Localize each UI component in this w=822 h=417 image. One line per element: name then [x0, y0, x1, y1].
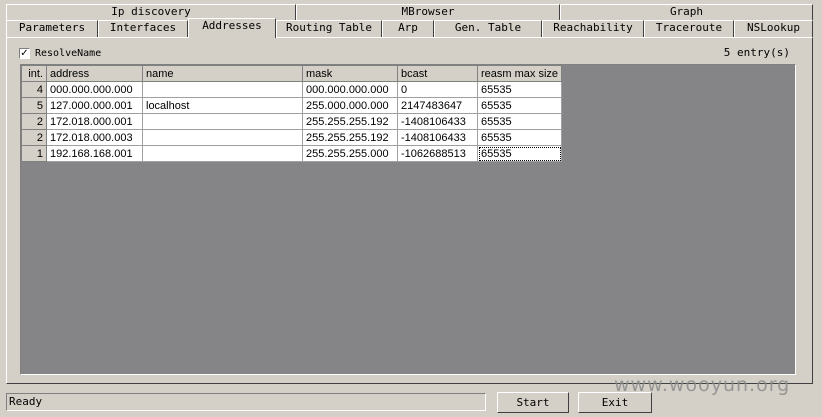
- cell-bcast[interactable]: 2147483647: [397, 97, 478, 114]
- cell-bcast[interactable]: -1062688513: [397, 145, 478, 162]
- cell-reasm[interactable]: 65535: [476, 145, 563, 162]
- tab-interfaces[interactable]: Interfaces: [98, 20, 188, 37]
- cell-bcast[interactable]: -1408106433: [397, 129, 478, 146]
- cell-address[interactable]: 172.018.000.001: [46, 113, 143, 130]
- table-row[interactable]: 4 000.000.000.000 000.000.000.000 0 6553…: [21, 81, 563, 98]
- cell-reasm[interactable]: 65535: [476, 129, 563, 146]
- cell-name[interactable]: [142, 129, 303, 146]
- resolve-name-checkbox[interactable]: ✓ ResolveName: [19, 47, 101, 60]
- cell-reasm[interactable]: 65535: [476, 113, 563, 130]
- cell-address[interactable]: 127.000.000.001: [46, 97, 143, 114]
- tab-nslookup[interactable]: NSLookup: [734, 20, 813, 37]
- cell-name[interactable]: [142, 145, 303, 162]
- table-row[interactable]: 1 192.168.168.001 255.255.255.000 -10626…: [21, 145, 563, 162]
- column-header-bcast[interactable]: bcast: [397, 65, 478, 82]
- cell-int[interactable]: 2: [21, 113, 47, 130]
- cell-reasm[interactable]: 65535: [476, 81, 563, 98]
- addresses-grid[interactable]: int. address name mask bcast reasm max s…: [20, 64, 796, 375]
- table-header-row: int. address name mask bcast reasm max s…: [21, 65, 563, 82]
- cell-int[interactable]: 2: [21, 129, 47, 146]
- watermark-text: www.wooyun.org: [614, 374, 791, 396]
- start-button[interactable]: Start: [497, 392, 569, 413]
- tab-traceroute[interactable]: Traceroute: [644, 20, 734, 37]
- table-row[interactable]: 2 172.018.000.003 255.255.255.192 -14081…: [21, 129, 563, 146]
- cell-mask[interactable]: 000.000.000.000: [302, 81, 398, 98]
- entry-count: 5 entry(s): [723, 46, 790, 59]
- column-header-name[interactable]: name: [142, 65, 303, 82]
- cell-bcast[interactable]: 0: [397, 81, 478, 98]
- cell-mask[interactable]: 255.000.000.000: [302, 97, 398, 114]
- cell-bcast[interactable]: -1408106433: [397, 113, 478, 130]
- column-header-int[interactable]: int.: [21, 65, 47, 82]
- column-header-address[interactable]: address: [46, 65, 143, 82]
- tab-addresses[interactable]: Addresses: [188, 18, 276, 38]
- cell-reasm[interactable]: 65535: [476, 97, 563, 114]
- status-bar: Ready: [6, 393, 486, 411]
- column-header-reasm-max-size[interactable]: reasm max size: [476, 65, 563, 82]
- resolve-name-label: ResolveName: [35, 48, 102, 59]
- cell-mask[interactable]: 255.255.255.192: [302, 129, 398, 146]
- cell-address[interactable]: 192.168.168.001: [46, 145, 143, 162]
- cell-name[interactable]: [142, 113, 303, 130]
- tab-parameters[interactable]: Parameters: [6, 20, 98, 37]
- tab-arp[interactable]: Arp: [382, 20, 434, 37]
- cell-int[interactable]: 4: [21, 81, 47, 98]
- check-icon: ✓: [20, 48, 29, 59]
- cell-name[interactable]: localhost: [142, 97, 303, 114]
- checkbox-box[interactable]: ✓: [19, 48, 30, 59]
- tab-graph[interactable]: Graph: [560, 4, 813, 20]
- cell-address[interactable]: 172.018.000.003: [46, 129, 143, 146]
- addresses-table: int. address name mask bcast reasm max s…: [21, 65, 563, 162]
- cell-int[interactable]: 5: [21, 97, 47, 114]
- table-row[interactable]: 5 127.000.000.001 localhost 255.000.000.…: [21, 97, 563, 114]
- tab-routing-table[interactable]: Routing Table: [276, 20, 382, 37]
- tab-reachability[interactable]: Reachability: [542, 20, 644, 37]
- cell-name[interactable]: [142, 81, 303, 98]
- tab-mbrowser[interactable]: MBrowser: [296, 4, 560, 20]
- cell-mask[interactable]: 255.255.255.000: [302, 145, 398, 162]
- cell-address[interactable]: 000.000.000.000: [46, 81, 143, 98]
- tab-gen-table[interactable]: Gen. Table: [434, 20, 542, 37]
- table-row[interactable]: 2 172.018.000.001 255.255.255.192 -14081…: [21, 113, 563, 130]
- cell-int[interactable]: 1: [21, 145, 47, 162]
- cell-mask[interactable]: 255.255.255.192: [302, 113, 398, 130]
- column-header-mask[interactable]: mask: [302, 65, 398, 82]
